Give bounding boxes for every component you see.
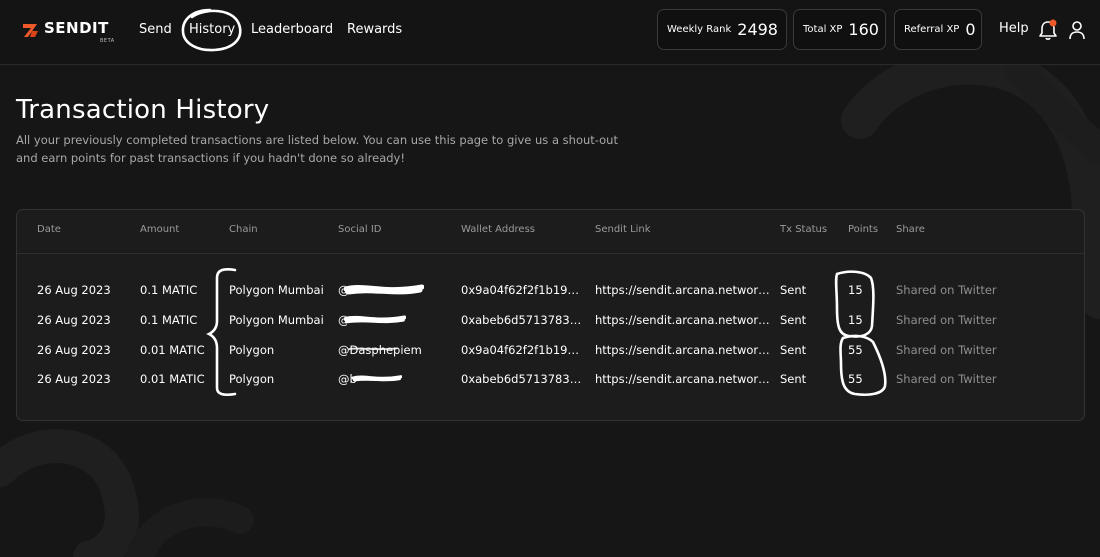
table-row: 26 Aug 2023 0.01 MATIC Polygon @Dasphepi… — [17, 335, 1084, 365]
row-share-status: Shared on Twitter — [896, 343, 997, 357]
table-row: 26 Aug 2023 0.1 MATIC Polygon Mumbai @ 0… — [17, 305, 1084, 335]
weekly-rank-label: Weekly Rank — [667, 24, 732, 35]
referral-xp-box: Referral XP 0 — [894, 9, 982, 50]
nav-rewards[interactable]: Rewards — [347, 21, 402, 39]
row-sendit-link[interactable]: https://sendit.arcana.network/i... — [595, 343, 773, 357]
total-xp-box: Total XP 160 — [793, 9, 886, 50]
row-amount: 0.1 MATIC — [140, 283, 198, 297]
row-chain: Polygon — [229, 372, 275, 386]
row-wallet-address: 0xabeb6d5713783e3... — [461, 372, 586, 386]
row-points: 55 — [848, 343, 863, 357]
row-amount: 0.01 MATIC — [140, 372, 205, 386]
row-sendit-link[interactable]: https://sendit.arcana.network/i... — [595, 372, 773, 386]
row-sendit-link[interactable]: https://sendit.arcana.network/i... — [595, 283, 773, 297]
total-xp-label: Total XP — [803, 24, 843, 35]
user-profile-icon[interactable] — [1068, 20, 1086, 40]
sendit-logo-icon — [23, 24, 38, 37]
redaction-scribble — [344, 284, 424, 295]
row-points: 15 — [848, 313, 863, 327]
row-social-id: @ — [338, 283, 438, 297]
bell-icon[interactable] — [1038, 19, 1058, 41]
row-tx-status: Sent — [780, 283, 807, 297]
referral-xp-label: Referral XP — [904, 24, 960, 35]
table-row: 26 Aug 2023 0.1 MATIC Polygon Mumbai @ 0… — [17, 275, 1084, 305]
nav-leaderboard[interactable]: Leaderboard — [251, 21, 333, 39]
row-date: 26 Aug 2023 — [37, 372, 111, 386]
row-amount: 0.01 MATIC — [140, 343, 205, 357]
logo-text: SENDIT — [44, 19, 109, 37]
row-social-id: @b — [338, 372, 438, 386]
transaction-history-table: Date Amount Chain Social ID Wallet Addre… — [16, 209, 1085, 421]
row-points: 15 — [848, 283, 863, 297]
row-social-id: @ — [338, 313, 438, 327]
beta-badge: BETA — [100, 38, 115, 44]
column-amount: Amount — [140, 224, 180, 235]
column-social-id: Social ID — [338, 224, 382, 235]
column-share: Share — [896, 224, 925, 235]
row-date: 26 Aug 2023 — [37, 343, 111, 357]
weekly-rank-value: 2498 — [737, 20, 778, 39]
column-date: Date — [37, 224, 61, 235]
redaction-scribble — [352, 375, 402, 382]
column-wallet-address: Wallet Address — [461, 224, 536, 235]
row-tx-status: Sent — [780, 372, 807, 386]
total-xp-value: 160 — [848, 20, 879, 39]
table-header: Date Amount Chain Social ID Wallet Addre… — [17, 210, 1084, 254]
top-navigation-bar: SENDIT BETA Send History Leaderboard Rew… — [0, 0, 1100, 65]
row-chain: Polygon Mumbai — [229, 283, 324, 297]
row-sendit-link[interactable]: https://sendit.arcana.network/i... — [595, 313, 773, 327]
row-share-status: Shared on Twitter — [896, 372, 997, 386]
sendit-logo[interactable]: SENDIT BETA — [22, 18, 122, 44]
nav-send[interactable]: Send — [139, 21, 172, 39]
referral-xp-value: 0 — [965, 20, 976, 39]
row-share-status: Shared on Twitter — [896, 283, 997, 297]
nav-history[interactable]: History — [189, 21, 235, 39]
row-social-id: @Dasphepiem — [338, 343, 438, 357]
row-date: 26 Aug 2023 — [37, 313, 111, 327]
row-date: 26 Aug 2023 — [37, 283, 111, 297]
redaction-scribble — [348, 347, 398, 351]
page-description: All your previously completed transactio… — [16, 133, 618, 165]
row-tx-status: Sent — [780, 343, 807, 357]
row-tx-status: Sent — [780, 313, 807, 327]
row-wallet-address: 0xabeb6d5713783e3... — [461, 313, 586, 327]
weekly-rank-box: Weekly Rank 2498 — [657, 9, 787, 50]
column-tx-status: Tx Status — [780, 224, 828, 235]
row-wallet-address: 0x9a04f62f2f1b1989... — [461, 343, 586, 357]
row-points: 55 — [848, 372, 863, 386]
row-amount: 0.1 MATIC — [140, 313, 198, 327]
row-share-status: Shared on Twitter — [896, 313, 997, 327]
row-chain: Polygon Mumbai — [229, 313, 324, 327]
row-wallet-address: 0x9a04f62f2f1b1989... — [461, 283, 586, 297]
column-points: Points — [848, 224, 879, 235]
column-chain: Chain — [229, 224, 258, 235]
page-title: Transaction History — [16, 95, 270, 125]
table-row: 26 Aug 2023 0.01 MATIC Polygon @b 0xabeb… — [17, 364, 1084, 394]
row-chain: Polygon — [229, 343, 275, 357]
redaction-scribble — [344, 315, 406, 324]
help-link[interactable]: Help — [999, 21, 1029, 36]
column-sendit-link: Sendit Link — [595, 224, 651, 235]
